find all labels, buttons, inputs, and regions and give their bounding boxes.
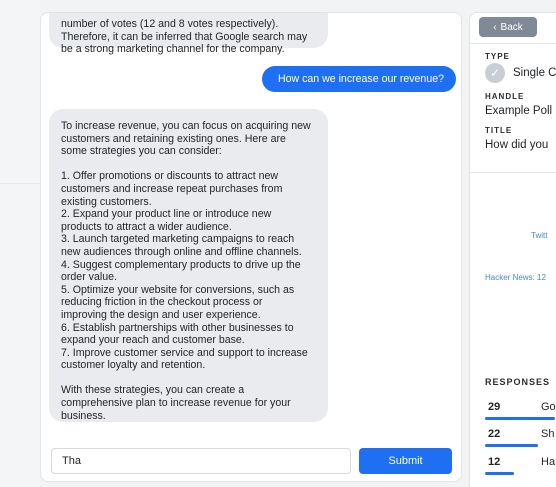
source-twitter-label: Twitt [531,231,548,240]
back-button-label: Back [500,21,523,33]
response-bar [485,444,538,447]
title-value: How did you [485,139,549,151]
submit-button[interactable]: Submit [359,448,452,474]
response-row: 29 Go [485,401,556,424]
assistant-message: To increase revenue, you can focus on ac… [49,109,328,422]
left-background-strip [0,0,40,487]
response-text: Ha [541,456,556,468]
response-text: Go [541,401,556,413]
back-button[interactable]: ‹ Back [479,17,537,37]
handle-label: HANDLE [485,92,525,101]
response-row: 12 Ha [485,456,556,479]
chat-input[interactable] [51,448,351,474]
check-circle-icon: ✓ [485,63,505,83]
response-bar [485,472,514,475]
chevron-left-icon: ‹ [493,21,497,33]
chat-panel: number of votes (12 and 8 votes respecti… [40,12,462,482]
divider [470,172,556,173]
type-label: TYPE [485,52,510,61]
response-count: 29 [488,401,501,413]
response-text: Sh [541,428,555,440]
response-row: 22 Sh [485,428,556,451]
divider [0,183,40,184]
handle-value: Example Poll [485,105,553,117]
source-hacker-news-label: Hacker News: 12 [485,273,546,282]
response-bar [485,417,555,420]
responses-heading: RESPONSES [485,377,551,387]
title-label: TITLE [485,126,513,135]
divider [470,43,556,44]
response-count: 12 [488,456,501,468]
type-value: Single C [513,67,556,79]
poll-results-panel: Twitt Hacker News: 12 RESPONSES 29 Go 22… [469,172,556,487]
response-count: 22 [488,428,501,440]
poll-detail-panel: ‹ Back TYPE ✓ Single C HANDLE Example Po… [469,12,556,172]
assistant-message: number of votes (12 and 8 votes respecti… [49,13,328,55]
user-message: How can we increase our revenue? [262,66,456,92]
